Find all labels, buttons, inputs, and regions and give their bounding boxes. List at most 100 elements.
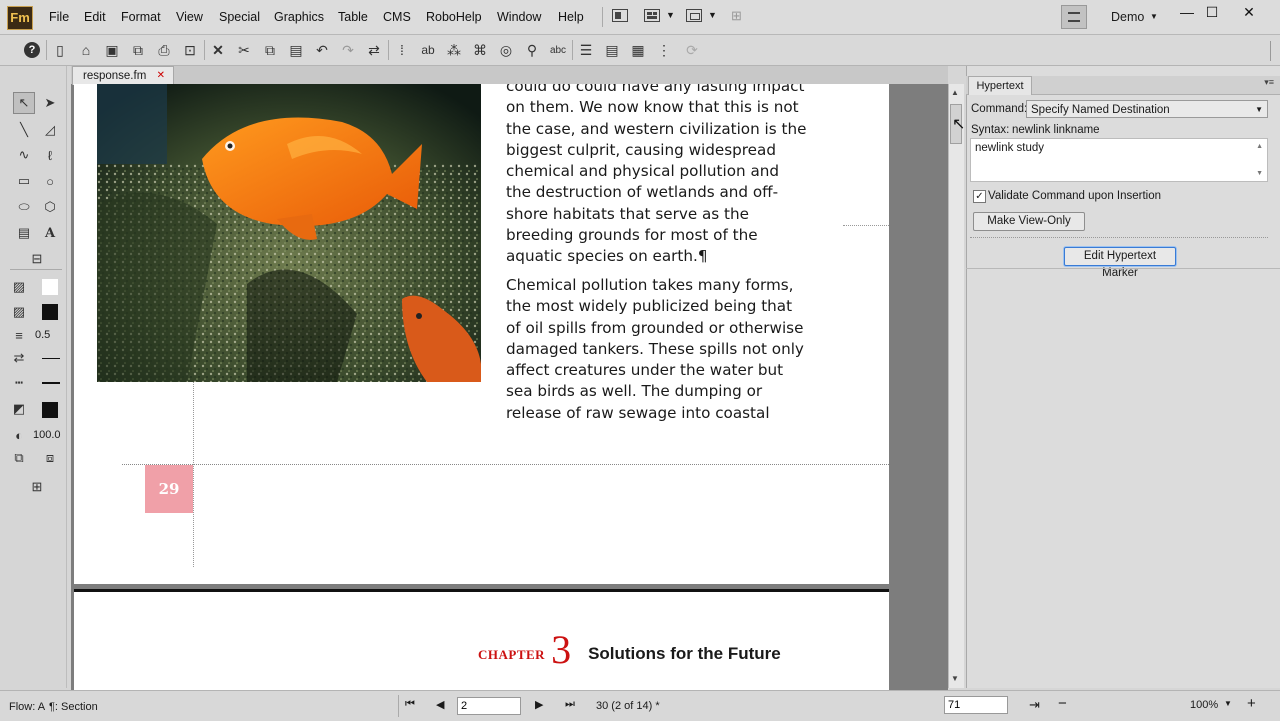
zoom-view-icon[interactable] [686, 9, 702, 22]
scroll-up-icon[interactable]: ▲ [951, 88, 959, 97]
rounded-rect-tool-icon[interactable]: ⬭ [13, 196, 35, 218]
make-view-only-button[interactable]: Make View-Only [973, 212, 1085, 231]
document-tab[interactable]: response.fm ✕ [72, 66, 174, 85]
close-button[interactable]: ✕ [1234, 3, 1264, 21]
align-icon[interactable]: ☰ [576, 40, 596, 60]
color-swatch[interactable] [42, 402, 58, 418]
panel-menu-icon[interactable]: ▾≡ [1264, 77, 1274, 88]
delete-icon[interactable]: ✕ [208, 40, 228, 60]
chevron-down-icon[interactable]: ▼ [666, 10, 675, 20]
polyline-tool-icon[interactable]: ℓ [39, 144, 61, 166]
fill-pattern-icon[interactable]: ▨ [8, 276, 30, 298]
last-page-icon[interactable]: ⏭ [565, 698, 575, 711]
split-view-icon[interactable]: ⇥ [1029, 697, 1040, 713]
page-number-input[interactable] [457, 697, 521, 715]
menu-table[interactable]: Table [338, 10, 368, 24]
polygon-tool-icon[interactable]: ⬡ [39, 196, 61, 218]
dash-sample[interactable] [42, 382, 60, 384]
maximize-button[interactable]: ☐ [1197, 3, 1227, 21]
scroll-down-icon[interactable]: ▼ [1256, 170, 1263, 177]
freehand-tool-icon[interactable]: ∿ [13, 144, 35, 166]
chevron-down-icon[interactable]: ▼ [708, 10, 717, 20]
layout-icon[interactable] [612, 9, 628, 22]
workspace-name[interactable]: Demo [1111, 10, 1144, 24]
save-icon[interactable]: ▣ [102, 40, 122, 60]
page[interactable]: could do could have any lasting impact o… [74, 84, 889, 584]
menu-edit[interactable]: Edit [84, 10, 106, 24]
first-page-icon[interactable]: ⏮ [405, 698, 415, 711]
tint-icon[interactable]: ◐ [8, 424, 30, 446]
chevron-down-icon[interactable]: ▼ [1224, 699, 1232, 708]
rectangle-tool-icon[interactable]: ▭ [13, 170, 35, 192]
menu-cms[interactable]: CMS [383, 10, 411, 24]
validate-checkbox[interactable]: ✓ [973, 190, 986, 203]
pen-swatch[interactable] [42, 304, 58, 320]
open-folder-icon[interactable]: ⌂ [76, 40, 96, 60]
menu-graphics[interactable]: Graphics [274, 10, 324, 24]
smart-select-tool-icon[interactable]: ↖ [13, 92, 35, 114]
spell-check-icon[interactable]: abc [548, 40, 568, 60]
prev-page-icon[interactable]: ◀ [436, 698, 444, 711]
text-frame-tool-icon[interactable]: ▤ [13, 222, 35, 244]
lock-icon[interactable]: ⊡ [180, 40, 200, 60]
zoom-out-icon[interactable]: − [1058, 695, 1067, 712]
status-field[interactable] [944, 696, 1008, 714]
anchored-frame-icon[interactable]: ⋮ [654, 40, 674, 60]
insert-marker-icon[interactable]: ⁞ [392, 40, 412, 60]
color-gradient-icon[interactable]: ◩ [8, 398, 30, 420]
find-icon[interactable]: ◎ [496, 40, 516, 60]
scroll-down-icon[interactable]: ▼ [951, 674, 959, 683]
knockout-icon[interactable]: ⧈ [39, 447, 61, 469]
arc-tool-icon[interactable]: ◿ [39, 119, 61, 141]
paragraph-icon[interactable]: ▤ [602, 40, 622, 60]
menu-view[interactable]: View [176, 10, 203, 24]
refresh-icon[interactable]: ⟳ [682, 40, 702, 60]
graphic-frame-tool-icon[interactable]: ⊟ [26, 248, 48, 270]
chevron-down-icon[interactable]: ▼ [1255, 101, 1263, 119]
tab-hypertext[interactable]: Hypertext [968, 76, 1032, 95]
line-width-icon[interactable]: ≡ [8, 324, 30, 346]
next-page[interactable]: CHAPTER 3 Solutions for the Future [74, 589, 889, 702]
workspace-icon[interactable] [644, 9, 660, 22]
object-select-tool-icon[interactable]: ➤ [39, 92, 61, 114]
undo-icon[interactable]: ↶ [312, 40, 332, 60]
help-icon[interactable]: ? [22, 40, 42, 60]
next-page-icon[interactable]: ▶ [535, 698, 543, 711]
scroll-up-icon[interactable]: ▲ [1256, 143, 1263, 150]
edit-hypertext-marker-button[interactable]: Edit Hypertext Marker [1064, 247, 1176, 279]
pen-pattern-icon[interactable]: ▨ [8, 301, 30, 323]
new-document-icon[interactable]: ▯ [50, 40, 70, 60]
text-line-tool-icon[interactable]: A [39, 222, 61, 244]
paste-icon[interactable]: ▤ [286, 40, 306, 60]
panel-toggle-icon[interactable] [1061, 5, 1087, 29]
save-as-icon[interactable]: ⧉ [128, 40, 148, 60]
redo-icon[interactable]: ↷ [338, 40, 358, 60]
dash-pattern-icon[interactable]: ┅ [8, 372, 30, 394]
snap-grid-icon[interactable]: ⊞ [26, 476, 48, 498]
close-tab-icon[interactable]: ✕ [157, 67, 165, 85]
table-icon[interactable]: ▦ [628, 40, 648, 60]
menu-help[interactable]: Help [558, 10, 584, 24]
cross-reference-icon[interactable]: ⌘ [470, 40, 490, 60]
menu-window[interactable]: Window [497, 10, 541, 24]
fish-photo[interactable] [97, 84, 481, 382]
cut-icon[interactable]: ✂ [234, 40, 254, 60]
zoom-in-icon[interactable]: + [1247, 695, 1256, 712]
overprint-icon[interactable]: ⧉ [8, 447, 30, 469]
spelling-icon[interactable]: ab [418, 40, 438, 60]
print-icon[interactable]: ⎙ [154, 40, 174, 60]
line-end-sample[interactable] [42, 358, 60, 359]
body-paragraph-2[interactable]: Chemical pollution takes many forms, the… [506, 275, 826, 424]
menu-robohelp[interactable]: RoboHelp [426, 10, 482, 24]
line-tool-icon[interactable]: ╲ [13, 119, 35, 141]
chevron-down-icon[interactable]: ▼ [1150, 12, 1158, 21]
repeat-icon[interactable]: ⇄ [364, 40, 384, 60]
fill-swatch[interactable] [42, 279, 58, 295]
search-icon[interactable]: ⚲ [522, 40, 542, 60]
line-end-icon[interactable]: ⇄ [8, 347, 30, 369]
menu-file[interactable]: File [49, 10, 69, 24]
hypertext-command-field[interactable]: newlink study ▲ ▼ [970, 138, 1268, 182]
zoom-level[interactable]: 100% [1190, 699, 1218, 711]
copy-icon[interactable]: ⧉ [260, 40, 280, 60]
command-select[interactable]: Specify Named Destination ▼ [1026, 100, 1268, 118]
